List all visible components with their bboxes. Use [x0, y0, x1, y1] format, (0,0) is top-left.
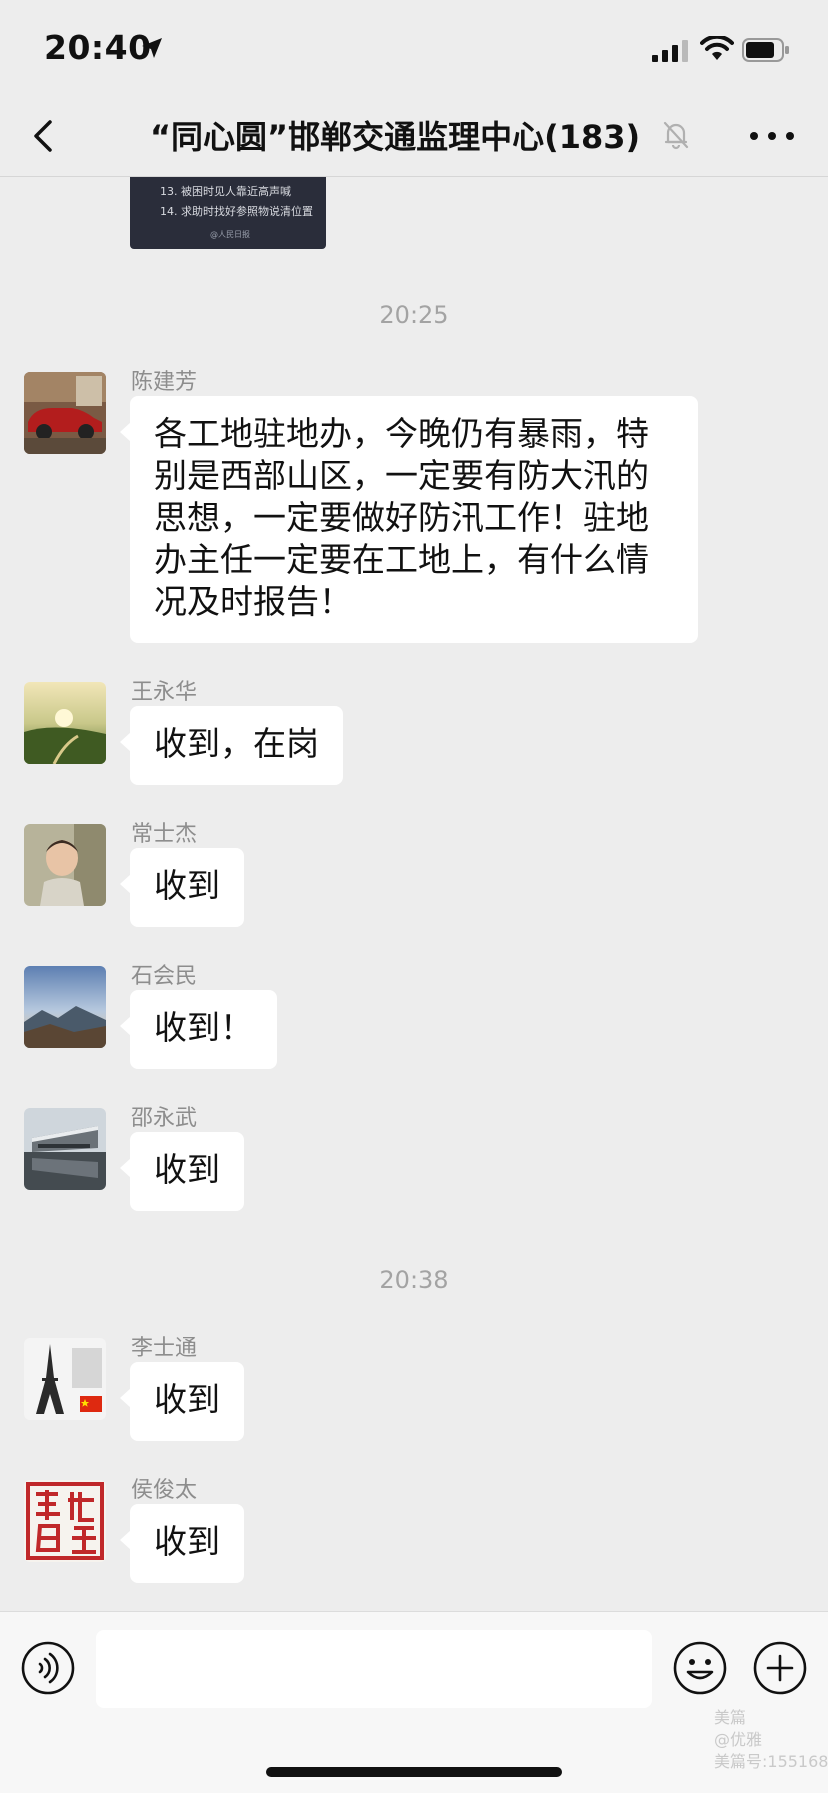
message-text-line: 别是西部山区，一定要有防大汛的 — [154, 456, 649, 495]
sender-name: 常士杰 — [131, 822, 198, 847]
message-text-line: 各工地驻地办，今晚仍有暴雨，特 — [154, 414, 649, 453]
seal-stamp-avatar-icon — [24, 1480, 106, 1562]
location-arrow-icon — [142, 38, 162, 58]
message-bubble[interactable]: 收到 — [120, 1132, 244, 1211]
message-bubble[interactable]: 收到 — [120, 1362, 244, 1441]
building-avatar-icon — [24, 1108, 106, 1190]
car-photo-avatar-icon — [24, 372, 106, 454]
more-options-button[interactable] — [746, 124, 798, 148]
cellular-signal-icon — [652, 40, 688, 62]
nav-bar: “同心圆”邯郸交通监理中心(183) — [0, 96, 828, 177]
image-message[interactable]: 13. 被困时见人靠近高声喊 14. 求助时找好参照物说清位置 @人民日报 — [130, 177, 326, 249]
image-message-line: 13. 被困时见人靠近高声喊 — [160, 185, 291, 198]
mute-bell-icon — [663, 121, 689, 150]
avatar[interactable] — [24, 372, 106, 454]
mountain-avatar-icon — [24, 966, 106, 1048]
message-bubble[interactable]: 收到，在岗 — [120, 706, 343, 785]
message-bubble[interactable]: 收到 — [120, 1504, 244, 1583]
timestamp: 20:25 — [379, 301, 449, 329]
eiffel-tower-avatar-icon — [24, 1338, 106, 1420]
message-text-line: 思想，一定要做好防汛工作！驻地 — [154, 498, 649, 537]
voice-input-button[interactable] — [20, 1640, 76, 1696]
message-text: 收到 — [154, 1150, 220, 1189]
wifi-icon — [700, 36, 734, 60]
message-text-line: 况及时报告！ — [154, 582, 352, 621]
image-message-line: 14. 求助时找好参照物说清位置 — [160, 205, 313, 218]
watermark-line: @优雅 — [714, 1730, 763, 1749]
status-bar: 20:40 — [0, 0, 828, 96]
meipian-watermark: 美篇 @优雅 美篇号:1551687 — [714, 1707, 828, 1773]
avatar[interactable] — [24, 966, 106, 1048]
message-text-line: 办主任一定要在工地上，有什么情 — [154, 540, 649, 579]
landscape-avatar-icon — [24, 682, 106, 764]
battery-icon — [742, 38, 789, 62]
timestamp: 20:38 — [379, 1266, 449, 1294]
avatar[interactable] — [24, 1480, 106, 1562]
watermark-line: 美篇 — [714, 1708, 747, 1727]
message-bubble[interactable]: 收到 — [120, 848, 244, 927]
sender-name: 陈建芳 — [131, 370, 198, 395]
sender-name: 邵永武 — [131, 1106, 198, 1131]
input-bar: 美篇 @优雅 美篇号:1551687 — [0, 1611, 828, 1793]
message-text: 收到 — [154, 1380, 220, 1419]
message-text: 收到 — [154, 1522, 220, 1561]
avatar[interactable] — [24, 1338, 106, 1420]
plus-button[interactable] — [752, 1640, 808, 1696]
image-watermark: @人民日报 — [210, 230, 250, 239]
chat-title: “同心圆”邯郸交通监理中心(183) — [150, 118, 641, 156]
watermark-line: 美篇号:1551687 — [714, 1752, 828, 1771]
message-bubble[interactable]: 收到！ — [120, 990, 277, 1069]
message-text: 收到 — [154, 866, 220, 905]
status-time: 20:40 — [44, 28, 152, 67]
emoji-button[interactable] — [672, 1640, 728, 1696]
message-input[interactable] — [96, 1630, 652, 1708]
sender-name: 王永华 — [131, 680, 198, 705]
home-indicator — [266, 1767, 562, 1777]
avatar[interactable] — [24, 1108, 106, 1190]
sender-name: 侯俊太 — [131, 1478, 198, 1503]
message-text: 收到，在岗 — [154, 724, 319, 763]
avatar[interactable] — [24, 682, 106, 764]
message-bubble[interactable]: 各工地驻地办，今晚仍有暴雨，特 别是西部山区，一定要有防大汛的 思想，一定要做好… — [120, 396, 698, 643]
avatar[interactable] — [24, 824, 106, 906]
sender-name: 石会民 — [131, 964, 198, 989]
sender-name: 李士通 — [131, 1336, 198, 1361]
back-button[interactable] — [26, 114, 66, 158]
child-photo-avatar-icon — [24, 824, 106, 906]
chat-area[interactable]: 13. 被困时见人靠近高声喊 14. 求助时找好参照物说清位置 @人民日报 20… — [0, 177, 828, 1611]
message-text: 收到！ — [154, 1008, 253, 1047]
